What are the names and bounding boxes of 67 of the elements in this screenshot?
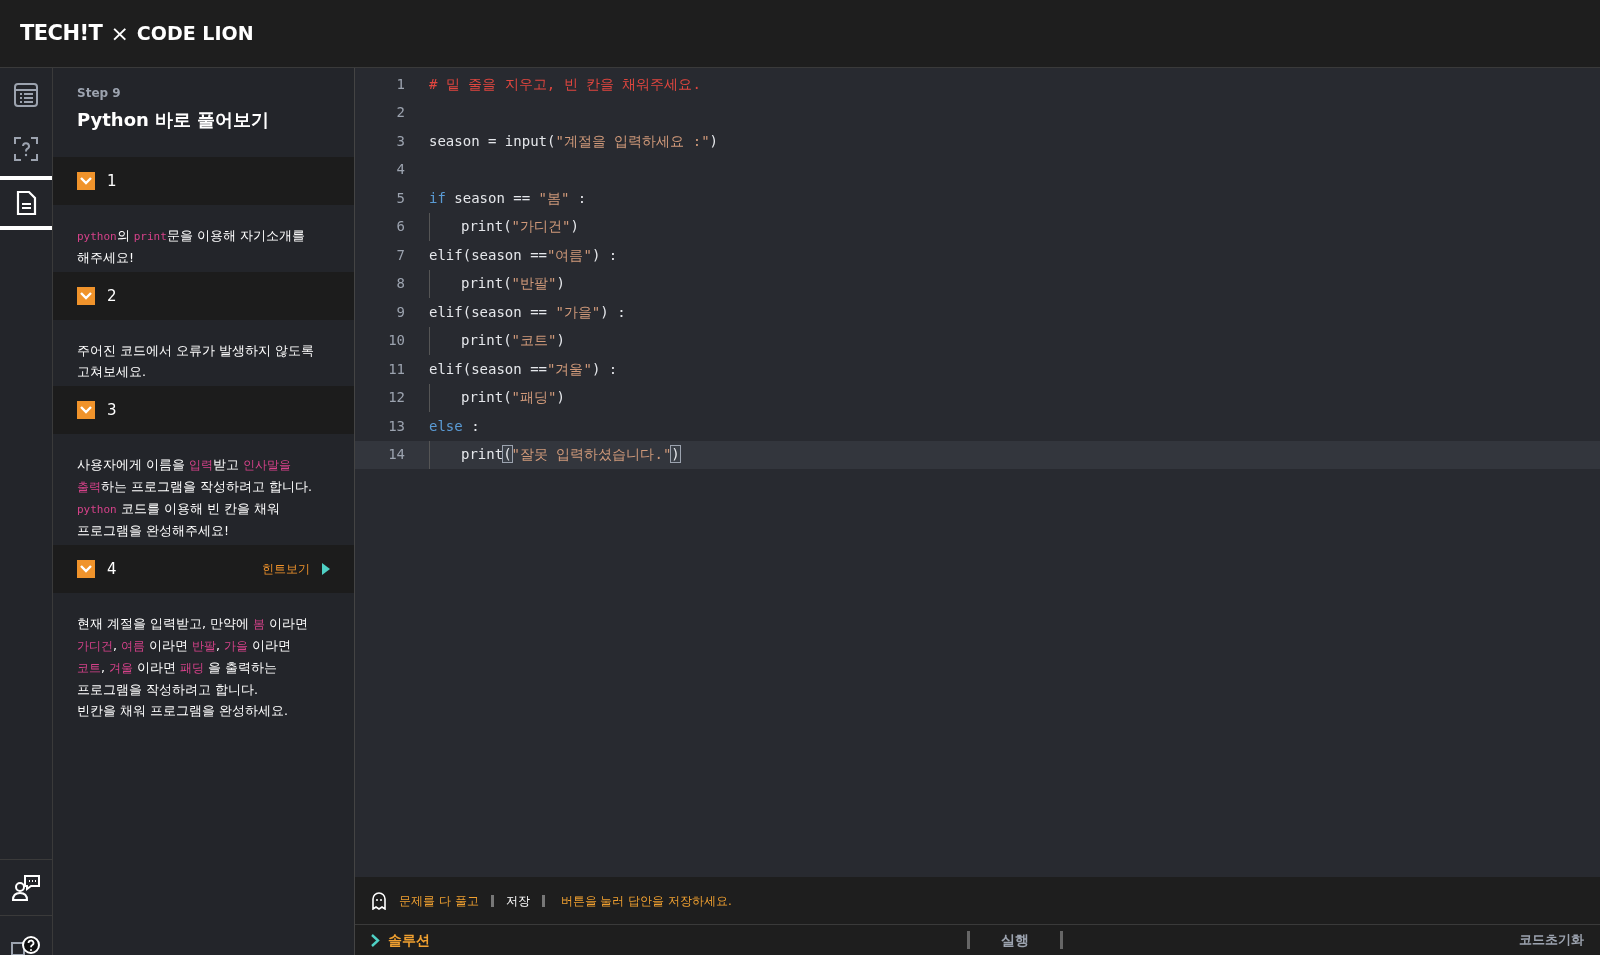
code-line: if season == "봄" :	[429, 188, 587, 208]
code-line: print("반팔")	[461, 274, 565, 294]
check-box[interactable]	[77, 560, 95, 578]
line-number: 5	[395, 188, 405, 208]
code-line: elif(season =="겨울") :	[429, 359, 618, 379]
task-number: 1	[107, 170, 117, 192]
reset-code-button[interactable]: 코드초기화	[1519, 930, 1584, 950]
help-icon	[11, 935, 41, 955]
task-number: 3	[107, 399, 117, 421]
line-number: 9	[395, 302, 405, 322]
lesson-title: Python 바로 풀어보기	[77, 108, 271, 132]
logo: CODE LION	[136, 21, 254, 47]
notice-text: 버튼을 눌러 답안을 저장하세요.	[560, 892, 732, 910]
task-header[interactable]: 1	[53, 157, 354, 205]
notice-text: 저장	[505, 892, 530, 910]
logo-separator: ×	[110, 20, 129, 48]
task-description: 사용자에게 이름을 입력 받고 인사말을 출력하는 프로그램을 작성하려고 합니다. python 코드를 이용해 빈 칸을 채워 프로그램을 완성해주세요!	[77, 456, 313, 540]
line-number: 1	[395, 74, 405, 94]
step-label: Step 9	[77, 85, 122, 102]
line-number: 4	[395, 160, 405, 180]
line-number: 3	[395, 131, 405, 151]
task-description: 현재 계절을 입력받고, 만약에 봄 이라면 가디건, 여름 이라면 반팔, 가을 이라면 코트, 겨울 이라면 패딩 을 출력하는 프로그램을 작성하려고 합니다. 빈칸을 채워 프로그램을 완성하세요.	[77, 615, 309, 720]
play-icon	[322, 563, 330, 575]
code-line: season = input("계절을 입력하세요 :")	[429, 131, 719, 151]
check-box[interactable]	[77, 401, 95, 419]
rail-button[interactable]	[0, 915, 52, 955]
task-description: python의 print문을 이용해 자기소개를 해주세요!	[77, 227, 306, 267]
task-number: 4	[107, 558, 117, 580]
task-header[interactable]: 3	[53, 386, 354, 434]
code-line: elif(season == "가을") :	[429, 302, 626, 322]
task-number: 2	[107, 285, 117, 307]
question-icon	[13, 136, 39, 162]
code-line: print("패딩")	[461, 388, 565, 408]
task-description: 주어진 코드에서 오류가 발생하지 않도록 고쳐보세요.	[77, 342, 315, 381]
notice-text: 문제를 다 풀고	[399, 892, 479, 910]
line-number: 2	[395, 103, 405, 123]
line-number: 12	[387, 388, 405, 408]
run-button[interactable]: 실행	[970, 929, 1060, 951]
code-line: print("잘못 입력하셨습니다.")	[461, 445, 680, 465]
logo: TECH!T	[20, 19, 103, 47]
line-number: 6	[395, 217, 405, 237]
chevron-down-icon	[80, 406, 92, 414]
list-icon	[13, 82, 39, 108]
line-number: 10	[387, 331, 405, 351]
line-number: 13	[387, 416, 405, 436]
code-line: print("코트")	[461, 331, 565, 351]
code-line: elif(season =="여름") :	[429, 245, 618, 265]
code-line: # 밑 줄을 지우고, 빈 칸을 채워주세요.	[429, 74, 701, 94]
person-chat-icon	[11, 873, 41, 902]
check-box[interactable]	[77, 172, 95, 190]
line-number: 7	[395, 245, 405, 265]
line-number: 8	[395, 274, 405, 294]
chevron-down-icon	[80, 177, 92, 185]
chevron-down-icon	[80, 565, 92, 573]
task-header[interactable]: 4 힌트보기	[53, 545, 354, 593]
code-line: print("가디건")	[461, 217, 579, 237]
task-header[interactable]: 2	[53, 272, 354, 320]
check-box[interactable]	[77, 287, 95, 305]
document-icon	[14, 190, 38, 216]
code-line: else :	[429, 416, 480, 436]
hint-link[interactable]: 힌트보기	[262, 560, 330, 578]
chevron-right-icon	[371, 933, 380, 947]
solution-toggle[interactable]: 솔루션	[371, 929, 430, 951]
line-number: 14	[387, 445, 405, 465]
ghost-icon	[371, 891, 387, 910]
chevron-down-icon	[80, 292, 92, 300]
line-number: 11	[387, 359, 405, 379]
